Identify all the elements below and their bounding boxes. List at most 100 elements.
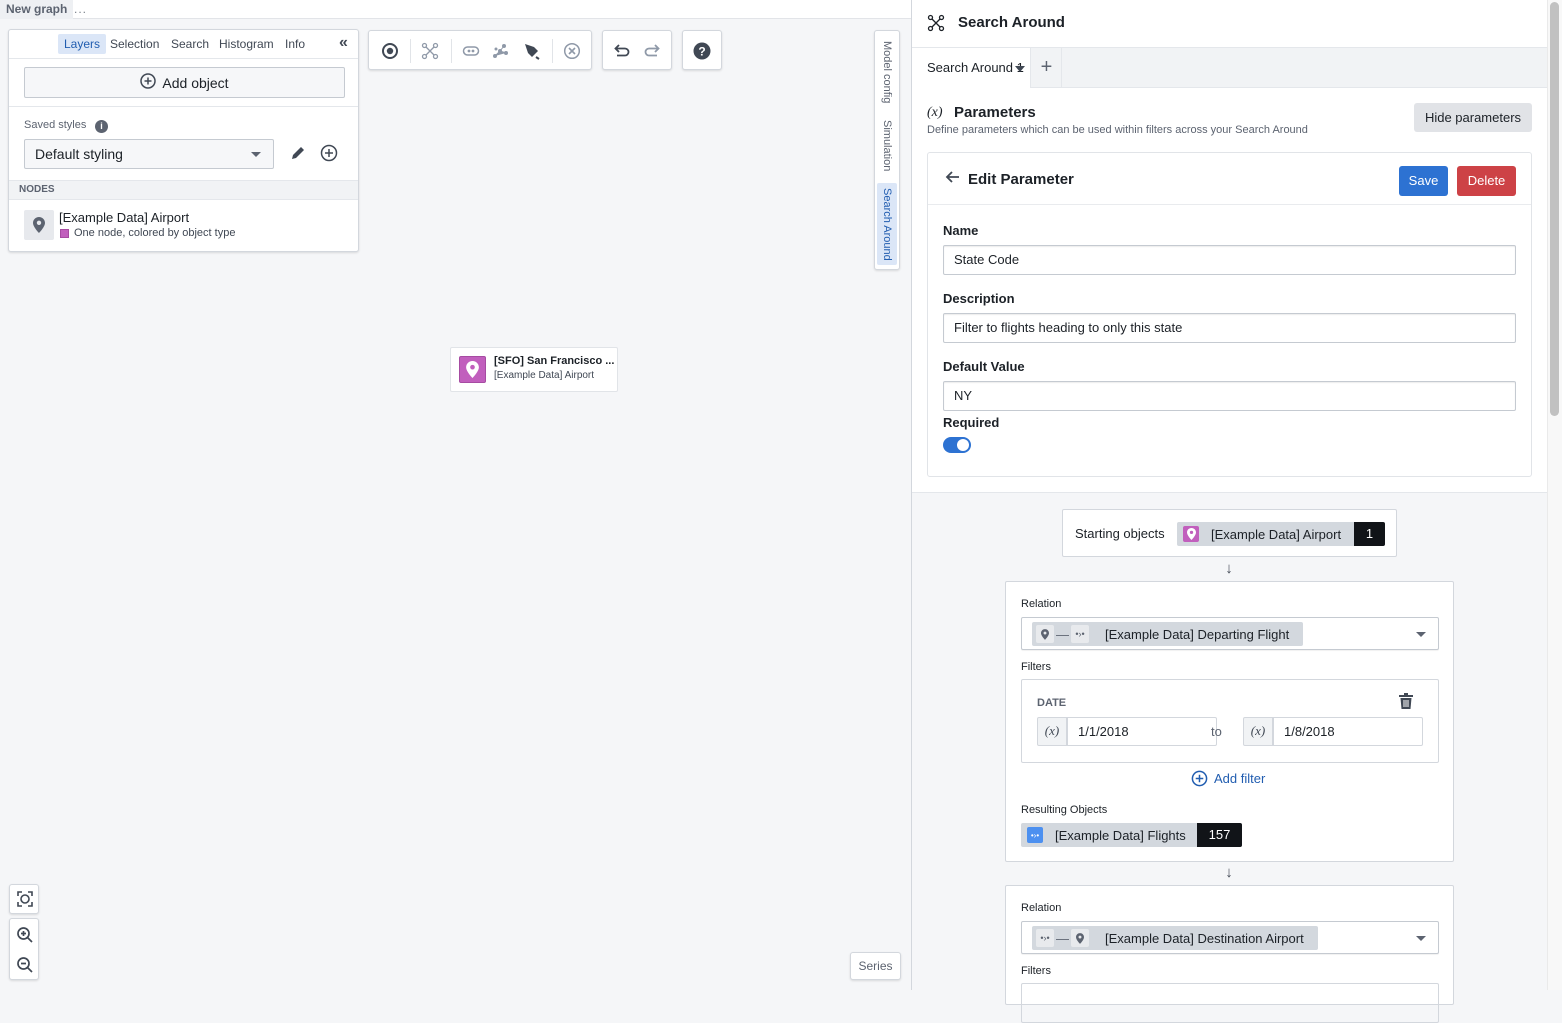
help-toolbar: ? xyxy=(682,30,722,70)
hide-parameters-button[interactable]: Hide parameters xyxy=(1414,103,1532,132)
plus-circle-icon xyxy=(1191,770,1208,787)
name-input[interactable]: State Code xyxy=(943,245,1516,275)
map-marker-icon xyxy=(24,210,54,240)
to-parameter-button[interactable]: (x) xyxy=(1243,717,1273,746)
layout-graph-icon[interactable] xyxy=(419,40,441,62)
graph-title-tab[interactable]: New graph xyxy=(0,0,74,19)
from-parameter-button[interactable]: (x) xyxy=(1037,717,1067,746)
help-icon[interactable]: ? xyxy=(691,40,713,62)
edit-parameter-card: Edit Parameter Save Delete Name State Co… xyxy=(927,152,1532,477)
pencil-icon xyxy=(292,147,304,159)
caret-down-icon xyxy=(1416,936,1426,941)
relation-value: [Example Data] Departing Flight xyxy=(1105,626,1290,642)
info-icon[interactable]: i xyxy=(95,120,108,133)
graph-node-title: [SFO] San Francisco ... xyxy=(494,355,615,367)
scrollbar-thumb[interactable] xyxy=(1550,2,1559,416)
divider xyxy=(9,58,358,59)
arrow-down-icon: ↓ xyxy=(1225,560,1233,577)
saved-styles-value: Default styling xyxy=(35,146,123,162)
map-marker-icon xyxy=(1036,625,1054,643)
add-filter-label: Add filter xyxy=(1214,771,1266,786)
map-marker-icon xyxy=(459,356,486,383)
zoom-in-icon[interactable] xyxy=(13,923,37,947)
filter-box xyxy=(1021,983,1439,1023)
resulting-object-chip[interactable]: •›• [Example Data] Flights 157 xyxy=(1021,823,1242,847)
arrow-left-icon[interactable] xyxy=(945,169,961,190)
zoom-out-icon[interactable] xyxy=(13,953,37,977)
tab-search-around-1[interactable]: Search Around 1 xyxy=(912,48,1031,88)
panel-header: Search Around xyxy=(912,0,1548,48)
starting-object-name: [Example Data] Airport xyxy=(1211,526,1342,542)
delete-button[interactable]: Delete xyxy=(1457,166,1516,196)
undo-icon[interactable] xyxy=(611,40,633,62)
filter-property-label: DATE xyxy=(1037,697,1067,709)
required-label: Required xyxy=(943,415,1000,430)
map-marker-icon xyxy=(1071,929,1089,947)
arrow-down-icon: ↓ xyxy=(1225,864,1233,881)
node-layer-subtitle: One node, colored by object type xyxy=(74,227,236,239)
add-object-button[interactable]: Add object xyxy=(24,67,345,98)
add-style-button[interactable] xyxy=(320,144,338,165)
required-toggle[interactable] xyxy=(943,437,971,453)
variable-icon: (x) xyxy=(927,105,943,120)
node-layer-title[interactable]: [Example Data] Airport xyxy=(59,210,189,225)
from-date-input[interactable]: 1/1/2018 xyxy=(1067,717,1217,746)
to-date-input[interactable]: 1/8/2018 xyxy=(1273,717,1423,746)
select-target-icon[interactable] xyxy=(379,40,401,62)
parameters-section: (x) Parameters Define parameters which c… xyxy=(912,88,1548,493)
tab-layers[interactable]: Layers xyxy=(58,34,107,54)
node-color-swatch[interactable] xyxy=(60,229,69,238)
scatter-nodes-icon[interactable] xyxy=(490,40,512,62)
tab-model-config[interactable]: Model config xyxy=(877,37,897,107)
panel-title: Search Around xyxy=(958,14,1065,31)
trash-icon[interactable] xyxy=(1399,693,1413,712)
saved-styles-select[interactable]: Default styling xyxy=(24,139,274,169)
search-around-icon xyxy=(927,14,945,35)
add-search-around-tab[interactable]: + xyxy=(1032,48,1062,88)
remove-icon[interactable] xyxy=(561,40,583,62)
relation-chip: •›• — [Example Data] Destination Airport xyxy=(1032,926,1318,950)
side-tab-strip: Model config Simulation Search Around xyxy=(874,30,900,270)
zoom-controls xyxy=(9,918,39,980)
caret-down-icon[interactable] xyxy=(1015,66,1025,72)
default-value-input[interactable]: NY xyxy=(943,381,1516,411)
fit-to-screen-icon[interactable] xyxy=(13,887,37,911)
link-icon[interactable] xyxy=(460,40,482,62)
flight-icon: •›• xyxy=(1071,625,1089,643)
relation-select[interactable]: •›• — [Example Data] Destination Airport xyxy=(1021,921,1439,954)
tab-selection[interactable]: Selection xyxy=(104,34,165,54)
save-button[interactable]: Save xyxy=(1399,166,1448,196)
search-around-tabs: Search Around 1 + xyxy=(912,48,1548,88)
redo-icon[interactable] xyxy=(641,40,663,62)
tab-info[interactable]: Info xyxy=(279,34,311,54)
description-input[interactable]: Filter to flights heading to only this s… xyxy=(943,313,1516,343)
divider xyxy=(451,39,452,63)
layers-panel: Layers Selection Search Histogram Info «… xyxy=(8,29,359,252)
to-label: to xyxy=(1211,724,1222,739)
pen-draw-icon[interactable] xyxy=(521,40,543,62)
divider xyxy=(552,39,553,63)
starting-object-chip[interactable]: [Example Data] Airport 1 xyxy=(1177,522,1385,546)
search-step-2: Relation •›• — [Example Data] Destinatio… xyxy=(1005,885,1454,1023)
tab-search[interactable]: Search xyxy=(165,34,215,54)
top-bar: New graph ... xyxy=(0,0,911,19)
toggle-knob xyxy=(957,439,969,451)
graph-node[interactable]: [SFO] San Francisco ... [Example Data] A… xyxy=(450,347,618,392)
relation-label: Relation xyxy=(1021,902,1062,914)
tab-search-around[interactable]: Search Around xyxy=(877,183,897,265)
nodes-section-header: NODES xyxy=(9,180,358,200)
collapse-panel-icon[interactable]: « xyxy=(339,34,348,52)
relation-label: Relation xyxy=(1021,598,1062,610)
tab-simulation[interactable]: Simulation xyxy=(877,115,897,177)
series-button[interactable]: Series xyxy=(850,952,901,980)
relation-chip: — •›• [Example Data] Departing Flight xyxy=(1032,622,1304,646)
starting-objects-box: Starting objects [Example Data] Airport … xyxy=(1062,509,1397,557)
parameters-title: Parameters xyxy=(954,104,1036,121)
tab-histogram[interactable]: Histogram xyxy=(213,34,280,54)
resulting-object-name: [Example Data] Flights xyxy=(1055,827,1186,843)
more-menu[interactable]: ... xyxy=(74,0,87,18)
filters-label: Filters xyxy=(1021,661,1051,673)
edit-style-button[interactable] xyxy=(290,145,306,165)
add-filter-button[interactable]: Add filter xyxy=(1191,770,1265,787)
relation-select[interactable]: — •›• [Example Data] Departing Flight xyxy=(1021,617,1439,650)
